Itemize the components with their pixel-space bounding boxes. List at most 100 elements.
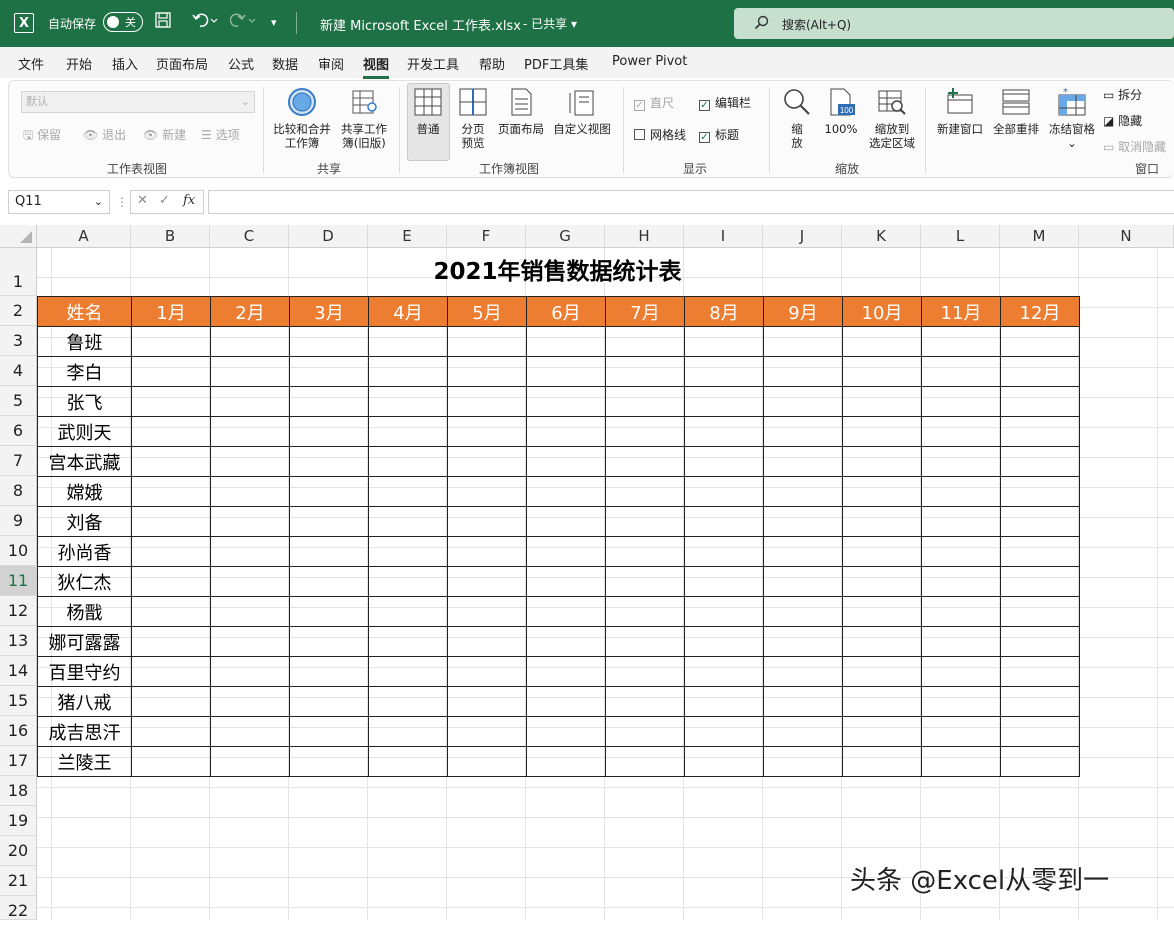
data-cell[interactable] <box>684 506 764 537</box>
data-cell[interactable] <box>368 716 448 747</box>
data-cell[interactable] <box>210 626 290 657</box>
data-cell[interactable] <box>921 746 1001 777</box>
data-cell[interactable] <box>526 506 606 537</box>
data-cell[interactable] <box>289 716 369 747</box>
data-cell[interactable] <box>289 626 369 657</box>
column-header[interactable]: M <box>1000 225 1079 248</box>
data-cell[interactable] <box>526 686 606 717</box>
data-cell[interactable] <box>447 326 527 357</box>
name-cell[interactable]: 张飞 <box>37 386 132 417</box>
custom-views-button[interactable]: 自定义视图 <box>550 87 614 136</box>
data-cell[interactable] <box>131 326 211 357</box>
data-cell[interactable] <box>921 626 1001 657</box>
name-cell[interactable]: 孙尚香 <box>37 536 132 567</box>
tab-file[interactable]: 文件 <box>18 54 44 73</box>
data-cell[interactable] <box>368 356 448 387</box>
data-cell[interactable] <box>447 746 527 777</box>
data-cell[interactable] <box>131 416 211 447</box>
data-cell[interactable] <box>1000 446 1080 477</box>
column-header[interactable]: K <box>842 225 921 248</box>
row-header[interactable]: 10 <box>0 536 37 566</box>
data-cell[interactable] <box>921 476 1001 507</box>
tab-formulas[interactable]: 公式 <box>228 54 254 73</box>
data-cell[interactable] <box>526 656 606 687</box>
data-cell[interactable] <box>526 416 606 447</box>
arrange-all-button[interactable]: 全部重排 <box>989 87 1043 136</box>
data-cell[interactable] <box>842 386 922 417</box>
tab-view[interactable]: 视图 <box>363 54 390 79</box>
row-header[interactable]: 17 <box>0 746 37 776</box>
row-header[interactable]: 12 <box>0 596 37 626</box>
tab-help[interactable]: 帮助 <box>479 54 505 73</box>
data-cell[interactable] <box>368 626 448 657</box>
tab-power-pivot[interactable]: Power Pivot <box>612 54 687 69</box>
data-cell[interactable] <box>605 566 685 597</box>
column-header[interactable]: L <box>921 225 1000 248</box>
data-cell[interactable] <box>684 716 764 747</box>
row-header-selected[interactable]: 11 <box>0 566 37 596</box>
data-cell[interactable] <box>605 356 685 387</box>
insert-function-button[interactable]: fx <box>183 193 195 208</box>
row-header[interactable]: 7 <box>0 446 37 476</box>
document-title[interactable]: 新建 Microsoft Excel 工作表.xlsx <box>320 15 521 34</box>
data-cell[interactable] <box>368 746 448 777</box>
name-cell[interactable]: 嫦娥 <box>37 476 132 507</box>
data-cell[interactable] <box>763 506 843 537</box>
data-cell[interactable] <box>605 446 685 477</box>
data-cell[interactable] <box>1000 566 1080 597</box>
sheet-view-select[interactable]: 默认 ⌄ <box>21 91 255 113</box>
data-cell[interactable] <box>763 716 843 747</box>
data-cell[interactable] <box>289 596 369 627</box>
data-cell[interactable] <box>131 746 211 777</box>
column-header[interactable]: B <box>131 225 210 248</box>
new-view-button[interactable]: 👁 新建 <box>143 126 186 143</box>
data-cell[interactable] <box>684 446 764 477</box>
data-cell[interactable] <box>210 416 290 447</box>
tab-developer[interactable]: 开发工具 <box>407 54 459 73</box>
ruler-checkbox[interactable]: ✓ 直尺 <box>634 94 674 111</box>
split-button[interactable]: ▭ 拆分 <box>1103 86 1142 103</box>
data-cell[interactable] <box>131 476 211 507</box>
data-cell[interactable] <box>210 596 290 627</box>
data-cell[interactable] <box>368 446 448 477</box>
data-cell[interactable] <box>763 626 843 657</box>
tab-data[interactable]: 数据 <box>272 54 298 73</box>
data-cell[interactable] <box>921 356 1001 387</box>
data-cell[interactable] <box>210 446 290 477</box>
data-cell[interactable] <box>210 476 290 507</box>
data-cell[interactable] <box>921 506 1001 537</box>
data-cell[interactable] <box>1000 506 1080 537</box>
formula-input[interactable] <box>208 190 1174 214</box>
column-header[interactable]: I <box>684 225 763 248</box>
header-cell[interactable]: 3月 <box>289 296 369 327</box>
data-cell[interactable] <box>289 446 369 477</box>
data-cell[interactable] <box>131 446 211 477</box>
data-cell[interactable] <box>605 386 685 417</box>
data-cell[interactable] <box>526 566 606 597</box>
data-cell[interactable] <box>526 536 606 567</box>
data-cell[interactable] <box>210 386 290 417</box>
unhide-button[interactable]: ▭ 取消隐藏 <box>1103 138 1166 155</box>
name-cell[interactable]: 狄仁杰 <box>37 566 132 597</box>
data-cell[interactable] <box>289 656 369 687</box>
page-layout-view-button[interactable]: 页面布局 <box>495 87 547 136</box>
row-header[interactable]: 16 <box>0 716 37 746</box>
data-cell[interactable] <box>210 326 290 357</box>
data-cell[interactable] <box>526 446 606 477</box>
data-cell[interactable] <box>605 746 685 777</box>
data-cell[interactable] <box>210 686 290 717</box>
data-cell[interactable] <box>763 746 843 777</box>
data-cell[interactable] <box>921 446 1001 477</box>
zoom-100-button[interactable]: 100 100% <box>821 87 861 136</box>
header-cell[interactable]: 7月 <box>605 296 685 327</box>
row-header[interactable]: 9 <box>0 506 37 536</box>
search-box[interactable]: 搜索(Alt+Q) <box>734 8 1174 39</box>
data-cell[interactable] <box>763 536 843 567</box>
row-header[interactable]: 21 <box>0 866 37 896</box>
data-cell[interactable] <box>605 536 685 567</box>
row-header[interactable]: 4 <box>0 356 37 386</box>
data-cell[interactable] <box>447 686 527 717</box>
data-cell[interactable] <box>921 326 1001 357</box>
header-cell[interactable]: 10月 <box>842 296 922 327</box>
data-cell[interactable] <box>131 656 211 687</box>
